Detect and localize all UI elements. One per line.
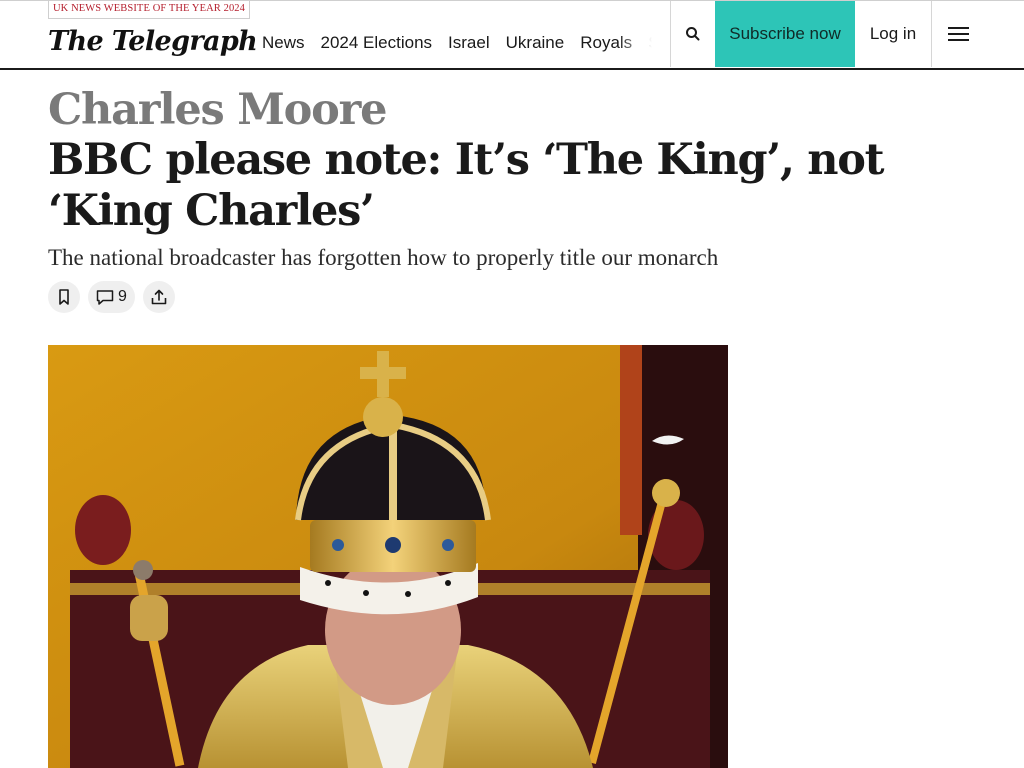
nav-item-royals[interactable]: Royals <box>580 31 632 55</box>
lead-image <box>48 345 728 768</box>
share-icon <box>151 289 167 305</box>
comments-button[interactable]: 9 <box>88 281 135 313</box>
primary-nav: News 2024 Elections Israel Ukraine Royal… <box>262 31 658 55</box>
article-actions: 9 <box>48 281 175 313</box>
comment-count: 9 <box>118 288 127 305</box>
nav-item-sport[interactable]: Sport <box>648 31 658 55</box>
nav-item-2024-elections[interactable]: 2024 Elections <box>321 31 433 55</box>
site-header: UK NEWS WEBSITE OF THE YEAR 2024 The Tel… <box>0 0 1024 70</box>
bookmark-icon <box>59 289 69 305</box>
nav-item-ukraine[interactable]: Ukraine <box>506 31 565 55</box>
login-button[interactable]: Log in <box>855 1 931 67</box>
king-crowned-photo <box>48 345 728 768</box>
share-button[interactable] <box>142 281 175 313</box>
menu-button[interactable] <box>932 1 984 67</box>
article-headline: BBC please note: It’s ‘The King’, not ‘K… <box>48 135 884 236</box>
hamburger-menu-icon <box>947 23 969 45</box>
search-icon <box>686 27 700 41</box>
article-standfirst: The national broadcaster has forgotten h… <box>48 245 719 270</box>
nav-item-israel[interactable]: Israel <box>448 31 490 55</box>
comment-icon <box>96 290 114 305</box>
nav-item-news[interactable]: News <box>262 31 305 55</box>
search-button[interactable] <box>671 1 715 67</box>
subscribe-button[interactable]: Subscribe now <box>715 1 855 67</box>
author-name[interactable]: Charles Moore <box>48 84 387 136</box>
award-badge: UK NEWS WEBSITE OF THE YEAR 2024 <box>48 0 250 19</box>
telegraph-logo[interactable]: The Telegraph <box>48 23 258 61</box>
bookmark-button[interactable] <box>48 281 80 313</box>
